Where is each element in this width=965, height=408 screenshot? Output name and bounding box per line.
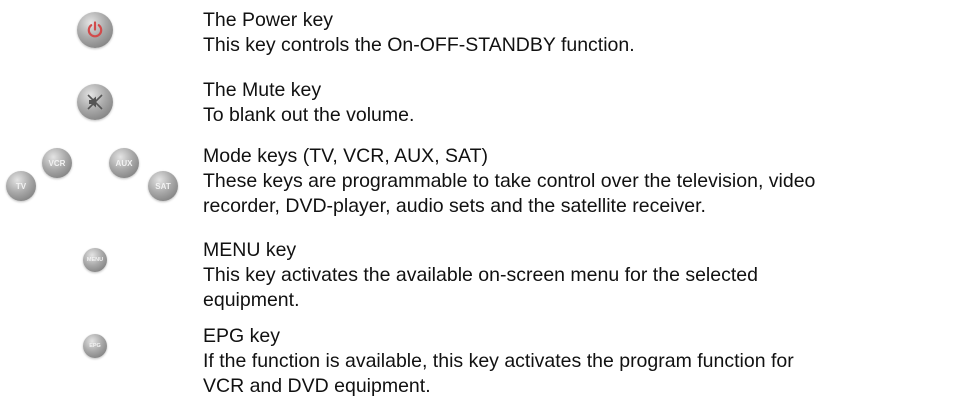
power-icon <box>87 21 103 38</box>
entry-description-line: recorder, DVD-player, audio sets and the… <box>203 195 706 217</box>
epg-key-icon: EPG <box>83 334 107 358</box>
entry-title: Mode keys (TV, VCR, AUX, SAT) <box>203 145 488 167</box>
power-button-icon <box>77 12 113 48</box>
entry-description-line: If the function is available, this key a… <box>203 350 794 372</box>
tv-key-label: TV <box>15 181 27 191</box>
entry-title: The Power key <box>203 9 334 31</box>
entry-title: MENU key <box>203 239 297 261</box>
vcr-key-label: VCR <box>48 158 66 168</box>
epg-key-label: EPG <box>89 343 101 349</box>
sat-key-label: SAT <box>155 181 171 191</box>
entry-description-line: equipment. <box>203 289 300 311</box>
aux-key-label: AUX <box>115 158 133 168</box>
entry-title: EPG key <box>203 325 280 347</box>
entry-description-line: VCR and DVD equipment. <box>203 375 431 397</box>
vcr-key-icon: VCR <box>42 148 72 178</box>
sat-key-icon: SAT <box>148 171 178 201</box>
mute-icon <box>87 94 103 110</box>
tv-key-icon: TV <box>6 171 36 201</box>
menu-key-label: MENU <box>86 257 104 263</box>
entry-description: To blank out the volume. <box>203 104 415 126</box>
entry-description: This key controls the On-OFF-STANDBY fun… <box>203 34 635 56</box>
mute-button-icon <box>77 84 113 120</box>
entry-description-line: This key activates the available on-scre… <box>203 264 758 286</box>
menu-key-icon: MENU <box>83 248 107 272</box>
entry-description-line: These keys are programmable to take cont… <box>203 170 816 192</box>
aux-key-icon: AUX <box>109 148 139 178</box>
entry-title: The Mute key <box>203 79 322 101</box>
